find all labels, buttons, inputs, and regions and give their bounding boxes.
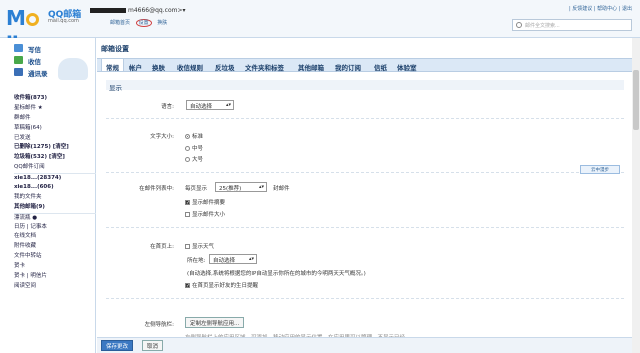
folder-other-mailbox[interactable]: 其他邮箱(9) [14,203,96,213]
app-postcards[interactable]: 贺卡 | 明信片 [14,272,96,282]
divider [106,172,624,173]
app-attachments[interactable]: 附件收藏 [14,242,96,252]
folder-inbox[interactable]: 收件箱(873) [14,94,96,104]
folder-custom-1[interactable]: xie18...(28374) [14,173,96,183]
tab-subscriptions[interactable]: 我的订阅 [335,62,361,72]
location-select[interactable]: 自动选择 ▴▾ [209,254,257,264]
folder-group[interactable]: 群邮件 [14,114,96,124]
divider [106,298,624,299]
folder-spam[interactable]: 垃圾箱(532) [清空] [14,153,96,163]
app-docs[interactable]: 在线文档 [14,232,96,242]
tab-rules[interactable]: 收信规则 [177,62,203,72]
app-drift-bottle[interactable]: 漂流瓶 ● [14,212,96,223]
checkbox-icon [185,212,190,217]
chevron-icon: ▴▾ [248,256,254,262]
location-label: 所在地: [187,258,206,264]
account-name[interactable]: m4666@qq.com>▾ [90,7,186,14]
settings-panel: 邮箱设置 常规 帐户 换肤 收信规则 反垃圾 文件夹和标签 其他邮箱 我的订阅 … [97,38,632,353]
link-skin[interactable]: 换肤 [157,20,167,26]
folder-my-folders[interactable]: 我的文件夹 [14,193,96,203]
page-title: 邮箱设置 [101,45,129,53]
customize-nav-button[interactable]: 定制左侧导航应用... [185,317,245,328]
list-label: 在邮件列表中: [139,186,174,192]
folder-custom-2[interactable]: xie18...(606) [14,183,96,193]
language-select[interactable]: 自动选择 ▴▾ [186,100,234,110]
tab-account[interactable]: 帐户 [129,62,142,72]
radio-icon [185,146,190,151]
footer-bar: 保存更改 取消 [97,337,632,353]
compose-icon [14,44,23,52]
tab-antispam[interactable]: 反垃圾 [215,62,235,72]
cloud-button[interactable]: 云中漫步 [580,165,620,174]
contacts-icon [14,68,23,76]
radio-icon [185,134,190,139]
nav-label: 左侧导航栏: [144,322,174,328]
header: Mil QQ邮箱 mail.qq.com m4666@qq.com>▾ 邮箱首页… [0,0,640,56]
checkbox-icon [185,244,190,249]
tab-folders[interactable]: 文件夹和标签 [245,62,284,72]
app-reading[interactable]: 阅读空间 [14,282,96,292]
fontsize-label: 文字大小: [150,134,174,140]
per-page-select[interactable]: 25(推荐) ▴▾ [215,182,267,192]
fontsize-standard[interactable]: 标准 [185,132,203,140]
mascot-illustration [58,58,88,80]
search-icon [516,22,522,28]
save-button[interactable]: 保存更改 [101,340,134,351]
show-weather-checkbox[interactable]: 显示天气 [185,242,214,250]
search-input[interactable]: 邮件全文搜索... [512,19,632,31]
folder-deleted[interactable]: 已删除(1275) [清空] [14,143,96,153]
link-home[interactable]: 邮箱首页 [110,20,130,26]
tab-skin[interactable]: 换肤 [152,62,165,72]
divider [106,118,624,119]
app-cards[interactable]: 贺卡 [14,262,96,272]
show-size-checkbox[interactable]: 显示邮件大小 [185,210,225,218]
tab-other-mail[interactable]: 其他邮箱 [298,62,324,72]
account-redaction [90,8,126,13]
tab-lab[interactable]: 体验室 [397,62,417,72]
link-settings[interactable]: 设置 [135,19,152,27]
tab-stationery[interactable]: 信纸 [374,62,387,72]
folder-subscription[interactable]: QQ邮件订阅 [14,163,96,173]
right-links[interactable]: | 反馈建议 | 帮助中心 | 退出 [569,5,632,12]
app-transfer[interactable]: 文件中转站 [14,252,96,262]
per-page-prefix: 每页显示 [185,186,208,192]
tab-general[interactable]: 常规 [101,58,124,72]
fontsize-medium[interactable]: 中号 [185,144,203,152]
folder-list: 收件箱(873) 星标邮件 ★ 群邮件 草稿箱(64) 已发送 已删除(1275… [14,94,96,292]
home-label: 在首页上: [150,244,174,250]
folder-sent[interactable]: 已发送 [14,134,96,144]
language-label: 语言: [161,104,174,110]
cancel-button[interactable]: 取消 [142,340,164,351]
checkbox-icon: ✓ [185,200,191,206]
sidebar: 写信 收信 通讯录 收件箱(873) 星标邮件 ★ 群邮件 草稿箱(64) 已发… [0,38,96,353]
inbox-icon [14,56,23,64]
divider [106,227,624,228]
per-page-suffix: 封邮件 [273,186,290,192]
settings-tabs: 常规 帐户 换肤 收信规则 反垃圾 文件夹和标签 其他邮箱 我的订阅 信纸 体验… [97,58,632,72]
show-summary-checkbox[interactable]: ✓ 显示邮件摘要 [185,198,225,206]
app-calendar[interactable]: 日历 | 记事本 [14,223,96,233]
fontsize-large[interactable]: 大号 [185,155,203,163]
folder-starred[interactable]: 星标邮件 ★ [14,104,96,114]
chevron-icon: ▴▾ [258,184,264,190]
qq-mail-logo[interactable]: Mil [6,5,46,56]
checkbox-icon: ✓ [185,283,191,289]
weather-note: (自动选择,系统将根据您的IP自动显示你所在的城市的今明两天天气概况。) [187,271,366,277]
birthday-checkbox[interactable]: ✓ 在首页显示好友的生日提醒 [185,281,258,289]
chevron-icon: ▴▾ [225,102,231,108]
section-display: 显示 [106,80,624,92]
top-links: 邮箱首页 设置 换肤 [110,19,171,27]
folder-drafts[interactable]: 草稿箱(64) [14,124,96,134]
scrollbar-thumb[interactable] [633,70,639,130]
radio-icon [185,157,190,162]
compose-button[interactable]: 写信 [0,42,95,54]
brand-url: mail.qq.com [48,18,79,24]
